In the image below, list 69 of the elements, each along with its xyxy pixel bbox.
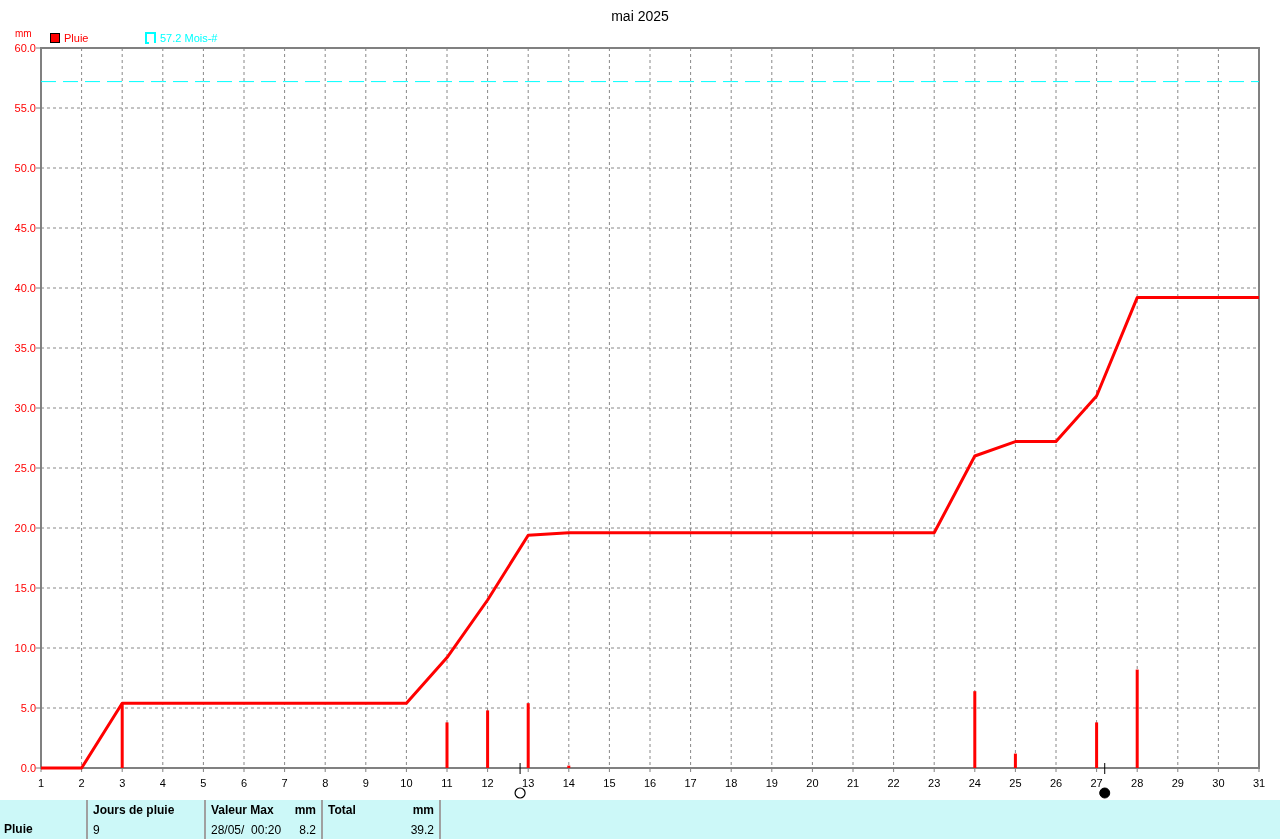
x-tick-label: 9: [362, 777, 369, 789]
x-tick-label: 1: [37, 777, 45, 789]
unit-label: mm: [294, 802, 316, 819]
x-tick-label: 8: [322, 777, 329, 789]
rain-bar: [445, 722, 449, 768]
table-cell-text: 28/05/ 00:20: [211, 821, 282, 839]
x-tick-label: 7: [281, 777, 288, 789]
x-tick-label: 17: [684, 777, 697, 789]
row-label: Pluie: [4, 821, 34, 838]
x-tick-label: 6: [240, 777, 248, 789]
x-tick-label: 11: [441, 777, 453, 789]
x-tick-label: 5: [200, 777, 207, 789]
x-tick-label: 4: [159, 777, 166, 789]
x-tick-label: 21: [846, 777, 860, 789]
x-tick-label: 3: [119, 777, 126, 789]
filled-circle-icon: [1099, 787, 1111, 799]
x-tick-label: 30: [1212, 777, 1225, 789]
x-tick-label: 19: [765, 777, 778, 789]
x-tick-label: 29: [1171, 777, 1184, 789]
y-tick-label: 35.0: [14, 342, 36, 354]
unit-label: mm: [412, 802, 434, 819]
y-tick-label: 60.0: [14, 42, 36, 54]
y-tick-label: 40.0: [14, 282, 36, 294]
y-tick-label: 55.0: [14, 102, 36, 114]
rain-bar: [1013, 753, 1017, 768]
x-tick-label: 10: [400, 777, 413, 789]
table-cell-text: 8.2: [299, 821, 316, 839]
x-tick-label: 26: [1049, 777, 1063, 789]
rain-bar: [1095, 722, 1099, 768]
column-heading: Valeur Max: [211, 802, 274, 819]
y-tick-label: 50.0: [14, 162, 36, 174]
table-cell-text: 9: [93, 821, 100, 839]
circle-icon: [514, 787, 526, 799]
y-tick-label: 5.0: [20, 702, 36, 714]
legend-label: 57.2 Mois-#: [160, 32, 218, 44]
column-heading: Jours de pluie: [93, 802, 175, 819]
x-tick-label: 25: [1009, 777, 1022, 789]
x-tick-label: 15: [603, 777, 616, 789]
x-tick-label: 27: [1090, 777, 1103, 789]
rain-bar: [526, 703, 530, 768]
x-tick-label: 18: [725, 777, 738, 789]
rain-bar: [567, 765, 571, 768]
x-tick-label: 24: [968, 777, 981, 789]
rain-bar: [486, 710, 490, 768]
tick-mark: [519, 762, 521, 775]
tick-mark: [1104, 762, 1106, 775]
x-tick-label: 23: [928, 777, 941, 789]
x-tick-label: 13: [522, 777, 535, 789]
y-tick-label: 30.0: [14, 402, 36, 414]
legend-label: Pluie: [64, 32, 89, 44]
x-tick-label: 31: [1252, 777, 1266, 789]
x-tick-label: 28: [1131, 777, 1144, 789]
table-cell-text: 39.2: [410, 821, 434, 839]
y-tick-label: 10.0: [14, 642, 36, 654]
y-tick-label: 20.0: [14, 522, 36, 534]
x-tick-label: 22: [887, 777, 900, 789]
rain-bar: [120, 703, 124, 768]
column-heading: Total: [328, 802, 356, 819]
x-tick-label: 16: [643, 777, 657, 789]
y-tick-label: 15.0: [14, 582, 36, 594]
y-tick-label: 0.0: [20, 762, 36, 774]
y-tick-label: 45.0: [14, 222, 36, 234]
x-tick-label: 14: [562, 777, 575, 789]
x-tick-label: 2: [78, 777, 85, 789]
x-tick-label: 20: [806, 777, 819, 789]
unit-label: mm: [15, 28, 32, 39]
x-tick-label: 12: [481, 777, 494, 789]
chart-title: mai 2025: [611, 8, 669, 24]
y-tick-label: 25.0: [14, 462, 36, 474]
